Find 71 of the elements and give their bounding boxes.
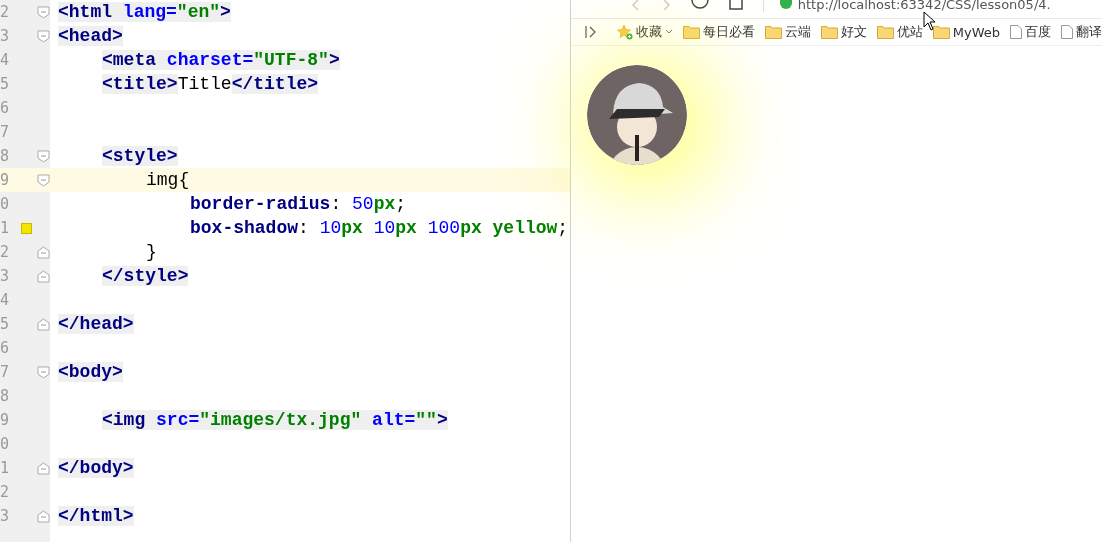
line-number: 3	[0, 267, 11, 285]
code-line: </style>	[102, 266, 189, 286]
line-number: 9	[0, 171, 11, 189]
fold-icon[interactable]	[37, 461, 50, 475]
refresh-icon[interactable]	[690, 0, 709, 12]
line-number: 2	[0, 243, 11, 261]
line-number: 6	[0, 99, 11, 117]
line-number: 3	[0, 27, 11, 45]
code-line: border-radius: 50px;	[190, 194, 407, 214]
sidebar-toggle-icon[interactable]	[584, 26, 597, 38]
code-line: </body>	[58, 458, 134, 478]
line-number: 8	[0, 387, 11, 405]
folder-icon	[820, 25, 838, 39]
line-number: 8	[0, 147, 11, 165]
secure-icon	[779, 0, 792, 10]
code-line: <body>	[58, 362, 123, 382]
fold-icon[interactable]	[37, 269, 50, 283]
bookmark-folder[interactable]: 好文	[820, 23, 867, 41]
back-icon[interactable]	[630, 0, 641, 10]
code-line: <head>	[58, 26, 123, 46]
line-number: 5	[0, 315, 11, 333]
line-number: 1	[0, 219, 11, 237]
page-icon	[1061, 25, 1073, 39]
bookmark-link[interactable]: 翻译	[1061, 23, 1102, 41]
code-line: }	[146, 242, 157, 262]
line-number: 4	[0, 51, 11, 69]
bookmark-folder[interactable]: 优站	[876, 23, 923, 41]
page-icon	[1010, 25, 1022, 39]
star-icon	[616, 24, 633, 40]
folder-icon	[764, 25, 782, 39]
line-number: 0	[0, 435, 11, 453]
line-number: 4	[0, 291, 11, 309]
caret-icon	[664, 29, 673, 35]
line-number: 6	[0, 339, 11, 357]
line-number: 0	[0, 195, 11, 213]
code-line: <style>	[102, 146, 178, 166]
code-line: img{	[146, 170, 190, 190]
fold-icon[interactable]	[37, 5, 50, 19]
fold-icon[interactable]	[37, 245, 50, 259]
line-number: 7	[0, 123, 11, 141]
bookmark-folder[interactable]: 云端	[764, 23, 811, 41]
fold-icon[interactable]	[37, 29, 50, 43]
line-number: 9	[0, 411, 11, 429]
bookmark-link[interactable]: 百度	[1010, 23, 1051, 41]
address-field[interactable]: http://localhost:63342/CSS/lesson05/4.	[797, 0, 1051, 12]
forward-icon[interactable]	[660, 0, 671, 10]
line-number: 2	[0, 3, 11, 21]
line-number: 7	[0, 363, 11, 381]
code-line: <img src="images/tx.jpg" alt="">	[102, 410, 448, 430]
code-line: box-shadow: 10px 10px 100px yellow;	[190, 218, 569, 238]
line-number: 1	[0, 459, 11, 477]
mouse-cursor-icon	[922, 11, 937, 31]
line-number: 2	[0, 483, 11, 501]
folder-icon	[932, 25, 950, 39]
bookmark-folder[interactable]: MyWeb	[932, 24, 1000, 40]
fold-icon[interactable]	[37, 173, 50, 187]
favorites-button[interactable]: 收藏	[616, 23, 673, 41]
folder-icon	[876, 25, 894, 39]
code-line: <title>Title</title>	[102, 74, 319, 94]
line-number: 3	[0, 507, 11, 525]
folder-icon	[682, 25, 700, 39]
line-number: 5	[0, 75, 11, 93]
code-line: <meta charset="UTF-8">	[102, 50, 340, 70]
code-line: </head>	[58, 314, 134, 334]
fold-icon[interactable]	[37, 365, 50, 379]
bookmark-folder[interactable]: 每日必看	[682, 23, 755, 41]
code-line: </html>	[58, 506, 134, 526]
code-line: <html lang="en">	[58, 2, 231, 22]
fold-icon[interactable]	[37, 149, 50, 163]
fold-icon[interactable]	[37, 509, 50, 523]
fold-icon[interactable]	[37, 317, 50, 331]
